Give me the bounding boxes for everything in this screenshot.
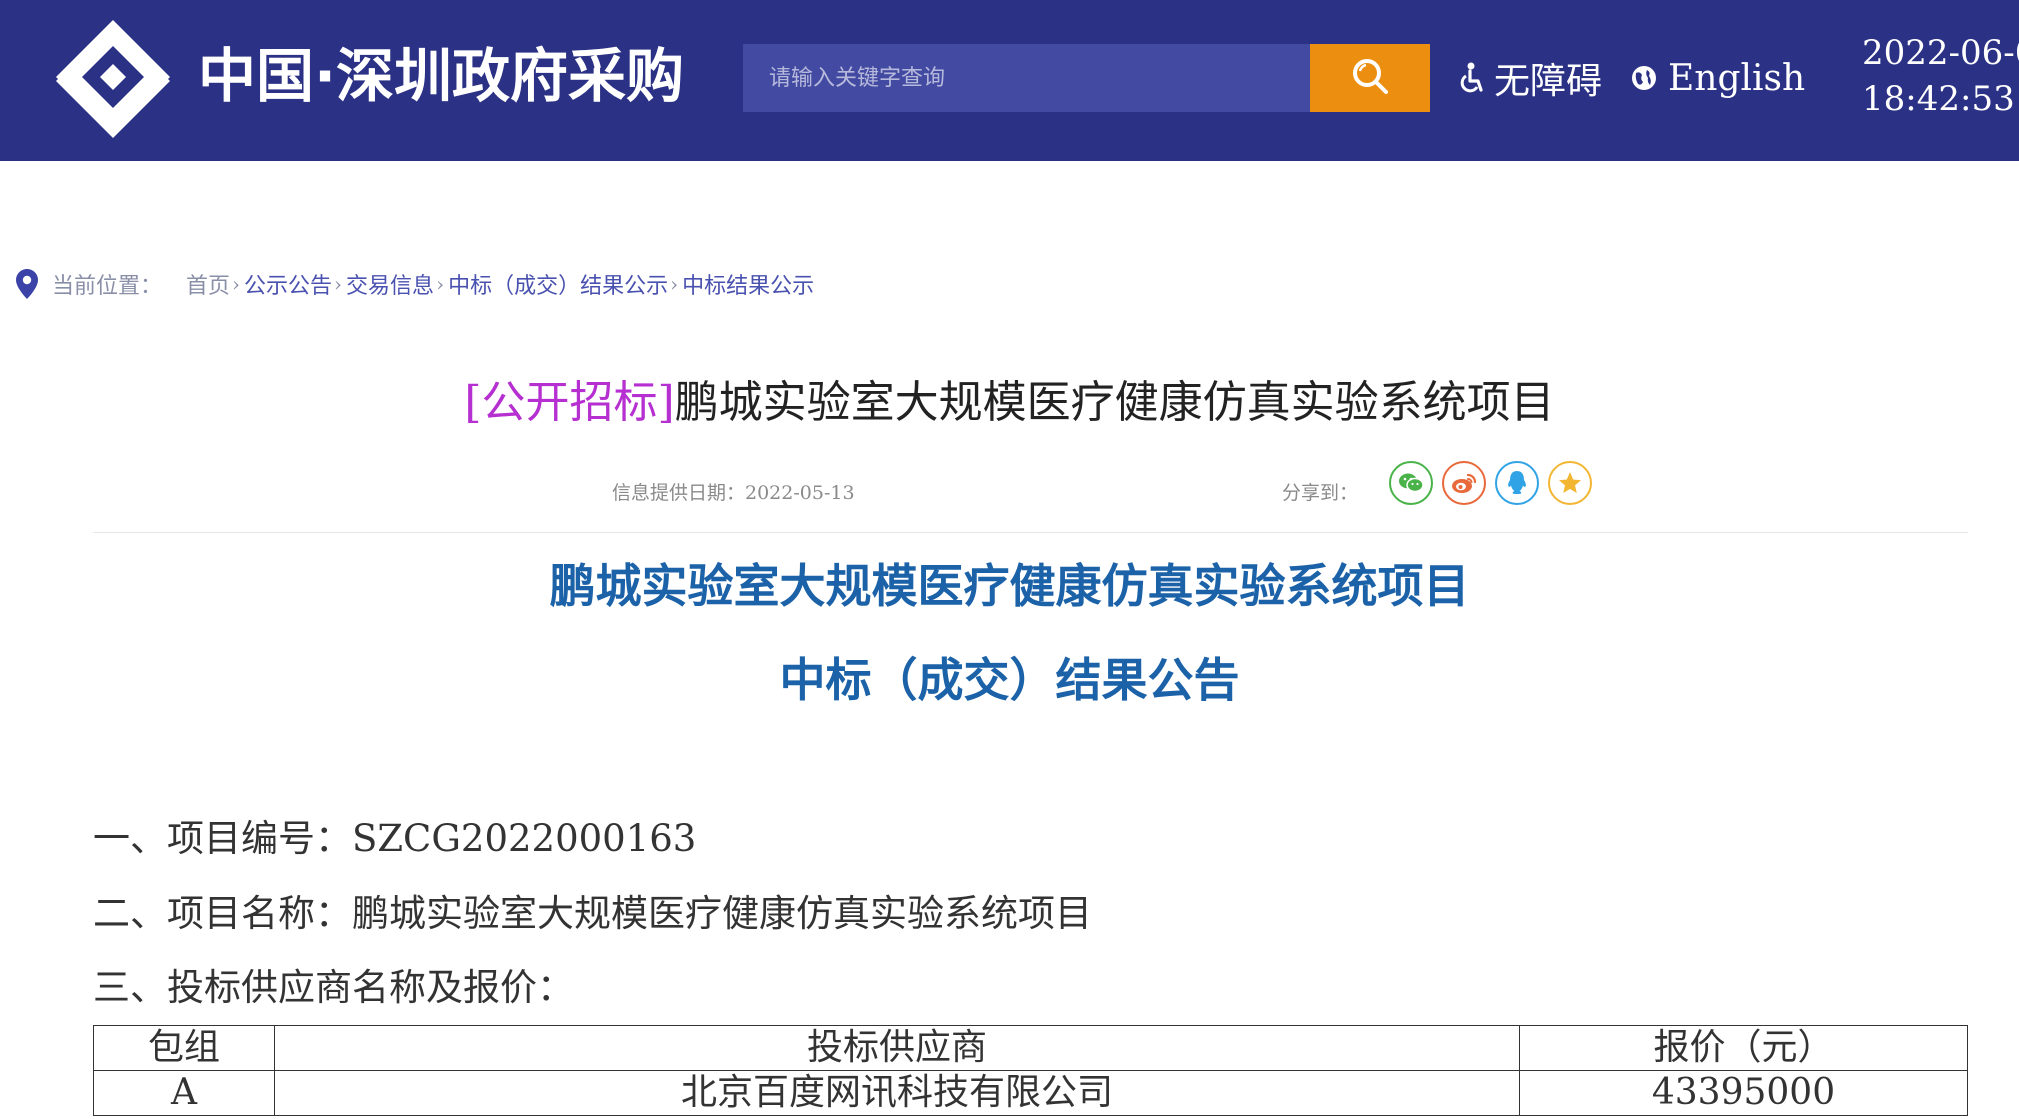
share-buttons bbox=[1389, 461, 1592, 505]
table-header-row: 包组 投标供应商 报价（元） bbox=[93, 1025, 1968, 1071]
weibo-icon[interactable] bbox=[1442, 461, 1486, 505]
favorite-icon[interactable] bbox=[1548, 461, 1592, 505]
chevron-right-icon: › bbox=[670, 272, 679, 296]
bidders-line: 三、投标供应商名称及报价： bbox=[93, 966, 574, 1009]
cell-group: A bbox=[93, 1070, 275, 1116]
wechat-icon[interactable] bbox=[1389, 461, 1433, 505]
location-pin-icon bbox=[16, 269, 38, 299]
breadcrumb-award-results[interactable]: 中标（成交）结果公示 bbox=[448, 268, 668, 300]
project-name-line: 二、项目名称：鹏城实验室大规模医疗健康仿真实验系统项目 bbox=[93, 892, 1092, 935]
globe-icon bbox=[1630, 64, 1658, 92]
notice-subheading: 中标（成交）结果公告 bbox=[779, 653, 1240, 707]
search-icon bbox=[1350, 56, 1390, 100]
breadcrumb: 当前位置： 首页 › 公示公告 › 交易信息 › 中标（成交）结果公示 › 中标… bbox=[16, 266, 814, 302]
accessibility-icon bbox=[1456, 62, 1484, 94]
chevron-right-icon: › bbox=[334, 272, 343, 296]
article-title-text: 鹏城实验室大规模医疗健康仿真实验系统项目 bbox=[674, 377, 1555, 428]
cell-supplier: 北京百度网讯科技有限公司 bbox=[274, 1070, 1520, 1116]
divider bbox=[93, 532, 1968, 533]
breadcrumb-award-notice[interactable]: 中标结果公示 bbox=[682, 268, 814, 300]
article-tag: [公开招标] bbox=[464, 377, 675, 428]
publish-date: 信息提供日期：2022-05-13 bbox=[612, 482, 855, 504]
english-link[interactable]: English bbox=[1630, 50, 1805, 106]
breadcrumb-home[interactable]: 首页 bbox=[186, 268, 230, 300]
search-input[interactable] bbox=[743, 44, 1310, 112]
table-row: A 北京百度网讯科技有限公司 43395000 bbox=[93, 1070, 1968, 1116]
bid-table: 包组 投标供应商 报价（元） A 北京百度网讯科技有限公司 43395000 bbox=[93, 1025, 1968, 1116]
time-text: 18:42:53 bbox=[1862, 79, 2015, 119]
datetime-display: 2022-06-0 18:42:53 bbox=[1862, 30, 2019, 122]
cell-price: 43395000 bbox=[1519, 1070, 1968, 1116]
breadcrumb-trade-info[interactable]: 交易信息 bbox=[346, 268, 434, 300]
chevron-right-icon: › bbox=[436, 272, 445, 296]
share-label: 分享到： bbox=[1282, 482, 1359, 504]
site-header: 中国·深圳政府采购 无障碍 Engl bbox=[0, 0, 2019, 161]
column-header-supplier: 投标供应商 bbox=[274, 1025, 1520, 1071]
notice-heading: 鹏城实验室大规模医疗健康仿真实验系统项目 bbox=[549, 559, 1470, 613]
chevron-right-icon: › bbox=[232, 272, 241, 296]
accessibility-link[interactable]: 无障碍 bbox=[1456, 50, 1602, 106]
site-title[interactable]: 中国·深圳政府采购 bbox=[198, 40, 684, 112]
column-header-price: 报价（元） bbox=[1519, 1025, 1968, 1071]
english-label: English bbox=[1668, 57, 1806, 99]
qq-icon[interactable] bbox=[1495, 461, 1539, 505]
date-text: 2022-06-0 bbox=[1862, 33, 2019, 73]
breadcrumb-announcements[interactable]: 公示公告 bbox=[244, 268, 332, 300]
column-header-group: 包组 bbox=[93, 1025, 275, 1071]
search-button[interactable] bbox=[1310, 44, 1430, 112]
breadcrumb-label: 当前位置： bbox=[52, 274, 163, 299]
site-logo[interactable] bbox=[56, 20, 170, 138]
accessibility-label: 无障碍 bbox=[1494, 61, 1603, 102]
project-number-line: 一、项目编号：SZCG2022000163 bbox=[93, 817, 697, 860]
article-title: [公开招标]鹏城实验室大规模医疗健康仿真实验系统项目 bbox=[0, 372, 2019, 434]
